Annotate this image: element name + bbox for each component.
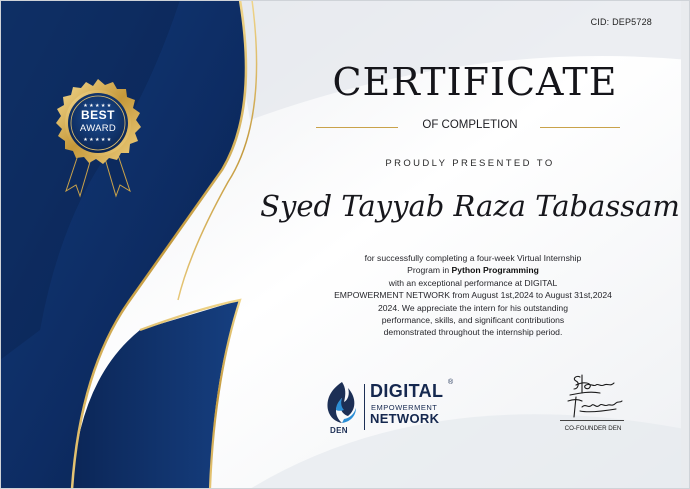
badge-stars-bottom: ★★★★★ [83,137,113,143]
best-award-badge: ★★★★★ BEST AWARD ★★★★★ [50,79,146,204]
body-line: demonstrated throughout the internship p… [383,327,563,338]
body-line: 2024. We appreciate the intern for his o… [378,302,568,313]
logo-line-digital: DIGITAL [370,381,444,401]
badge-line-best: BEST [80,108,115,122]
certificate-id: CID: DEP5728 [590,17,652,27]
certificate: CID: DEP5728 CERTIFICATE OF COMPLETION P… [0,0,690,489]
den-logo: DEN DIGITAL ® EMPOWERMENT NETWORK [324,379,464,440]
presented-label: PROUDLY PRESENTED TO [385,158,555,169]
body-line: Program in Python Programming [308,264,638,276]
signature-line [560,420,624,421]
signature-caption: CO-FOUNDER DEN [564,425,622,432]
body-line: EMPOWERMENT NETWORK from August 1st,2024… [334,290,612,301]
recipient-name: Syed Tayyab Raza Tabassam [260,189,680,223]
body-line: with an exceptional performance at DIGIT… [388,277,558,288]
body-line-prefix: Program in [407,265,452,276]
certificate-subtitle: OF COMPLETION [422,119,518,131]
badge-line-award: AWARD [79,123,117,134]
body-line: performance, skills, and significant con… [381,315,565,326]
course-name: Python Programming [451,265,539,276]
logo-line-network: NETWORK [370,411,440,426]
den-flame-icon [327,382,356,423]
subtitle-rule-right [540,127,620,128]
certificate-title: CERTIFICATE [332,60,618,104]
registered-mark: ® [448,379,454,386]
cofounder-signature [567,374,623,418]
logo-short-name: DEN [330,426,348,435]
logo-divider [364,384,365,430]
certificate-body: for successfully completing a four-week … [308,252,638,339]
body-line: for successfully completing a four-week … [364,253,582,263]
subtitle-rule-left [316,127,398,128]
